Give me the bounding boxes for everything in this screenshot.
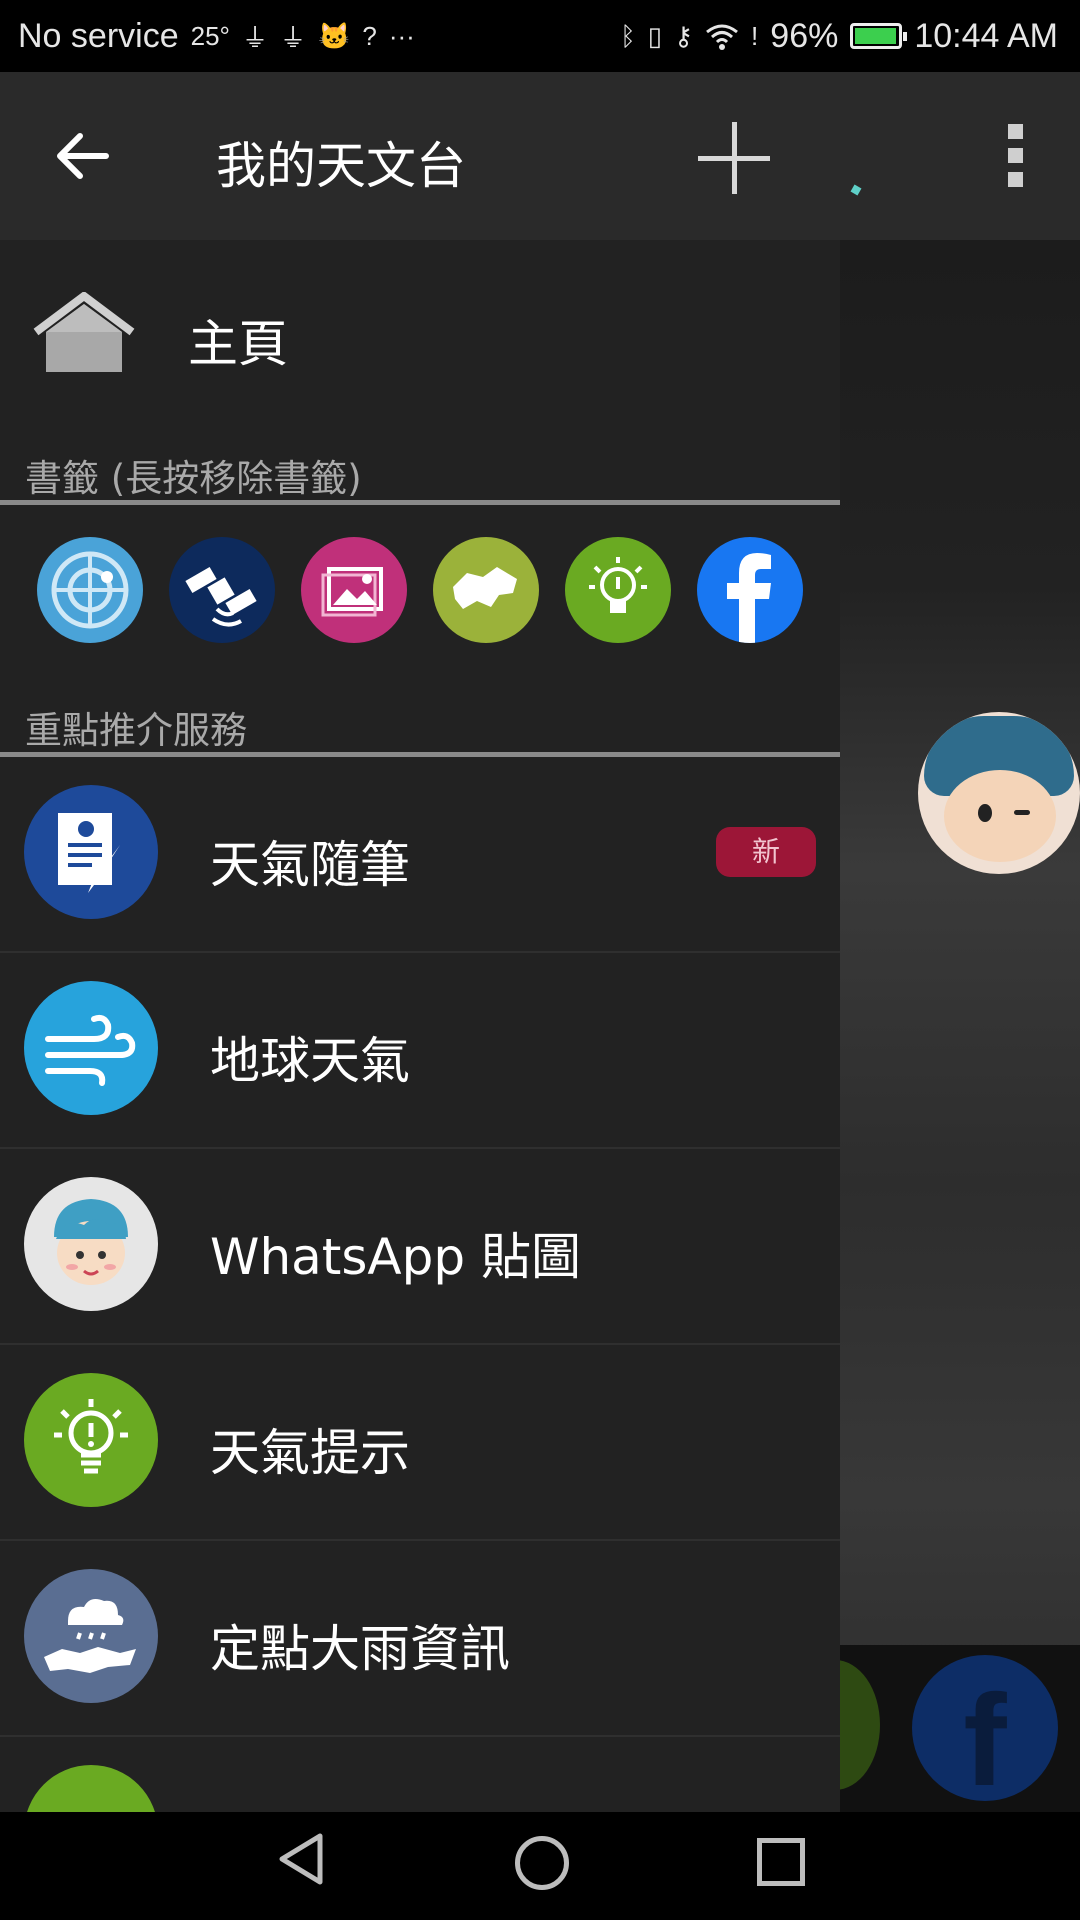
wifi-question-icon: ? xyxy=(362,20,377,51)
rain-map-icon xyxy=(24,1569,158,1703)
key-icon: ⚷ xyxy=(674,20,694,51)
gallery-icon[interactable] xyxy=(301,537,407,643)
sticker-mascot-icon xyxy=(24,1177,158,1311)
service-item-earth-weather[interactable]: 地球天氣 xyxy=(0,953,840,1149)
service-label: 定點大雨資訊 xyxy=(210,1620,510,1678)
vibrate-icon: ▯ xyxy=(647,20,662,51)
battery-percent: 96% xyxy=(770,16,839,55)
battery-charging-icon xyxy=(850,23,908,49)
app-bar: 我的天文台 xyxy=(0,72,1080,240)
service-item-weather-tips[interactable]: 天氣提示 xyxy=(0,1345,840,1541)
clock: 10:44 AM xyxy=(914,16,1058,55)
drawer-item-home[interactable]: 主頁 xyxy=(0,240,840,380)
bluetooth-icon: ᛒ xyxy=(620,20,636,51)
service-label: 天氣提示 xyxy=(210,1424,410,1482)
background-cityscape xyxy=(840,240,1080,1812)
more-dots-icon: ··· xyxy=(388,20,415,51)
usb-icon: ⏚ xyxy=(279,22,306,53)
carrier-text: No service xyxy=(18,16,179,55)
cat-icon: 🐱 xyxy=(317,20,351,51)
service-label: 天氣隨筆 xyxy=(210,836,410,894)
system-nav-bar xyxy=(0,1812,1080,1920)
featured-services-header: 重點推介服務 xyxy=(25,709,247,752)
service-item-partial[interactable] xyxy=(0,1737,840,1812)
decorative-dot xyxy=(850,184,862,196)
nav-recent-icon[interactable] xyxy=(757,1838,805,1886)
temperature-text: 25° xyxy=(190,20,230,51)
mascot-avatar[interactable] xyxy=(918,712,1080,874)
nav-back-icon[interactable] xyxy=(276,1832,326,1886)
service-item-heavy-rain-info[interactable]: 定點大雨資訊 xyxy=(0,1541,840,1737)
status-bar: No service 25° ⏚ ⏚ 🐱 ? ··· ᛒ ▯ ⚷ ! 96% 1… xyxy=(0,0,1080,72)
arrow-left-icon[interactable] xyxy=(50,124,114,188)
usb-icon: ⏚ xyxy=(241,22,268,53)
service-item-whatsapp-stickers[interactable]: WhatsApp 貼圖 xyxy=(0,1149,840,1345)
navigation-drawer: 主頁 書籤 (長按移除書籤) 重點推介服務 天氣隨筆 新 地球天氣 WhatsA… xyxy=(0,240,840,1812)
partial-service-icon xyxy=(24,1765,158,1812)
lightbulb-icon[interactable] xyxy=(565,537,671,643)
page-title: 我的天文台 xyxy=(216,137,466,195)
facebook-icon[interactable] xyxy=(697,537,803,643)
nav-home-icon[interactable] xyxy=(515,1836,569,1890)
service-label: 地球天氣 xyxy=(210,1032,410,1090)
service-label: WhatsApp 貼圖 xyxy=(210,1228,581,1286)
status-left: No service 25° ⏚ ⏚ 🐱 ? ··· xyxy=(18,0,415,72)
wifi-icon xyxy=(706,24,738,50)
service-item-weather-notes[interactable]: 天氣隨筆 新 xyxy=(0,757,840,953)
weather-notes-icon xyxy=(24,785,158,919)
overflow-menu-icon[interactable] xyxy=(1000,124,1030,190)
hong-kong-map-icon[interactable] xyxy=(433,537,539,643)
new-badge: 新 xyxy=(716,827,816,877)
status-right: ᛒ ▯ ⚷ ! 96% 10:44 AM xyxy=(620,0,1058,72)
wind-icon xyxy=(24,981,158,1115)
bookmarks-header: 書籤 (長按移除書籤) xyxy=(25,457,362,500)
lightbulb-icon xyxy=(24,1373,158,1507)
drawer-item-label: 主頁 xyxy=(188,315,288,373)
satellite-icon[interactable] xyxy=(169,537,275,643)
battery-alert-icon: ! xyxy=(751,20,759,51)
plus-icon[interactable] xyxy=(694,118,774,198)
divider xyxy=(0,500,840,505)
radar-icon[interactable] xyxy=(37,537,143,643)
background-facebook-icon: f xyxy=(912,1655,1058,1801)
home-icon xyxy=(33,292,135,372)
